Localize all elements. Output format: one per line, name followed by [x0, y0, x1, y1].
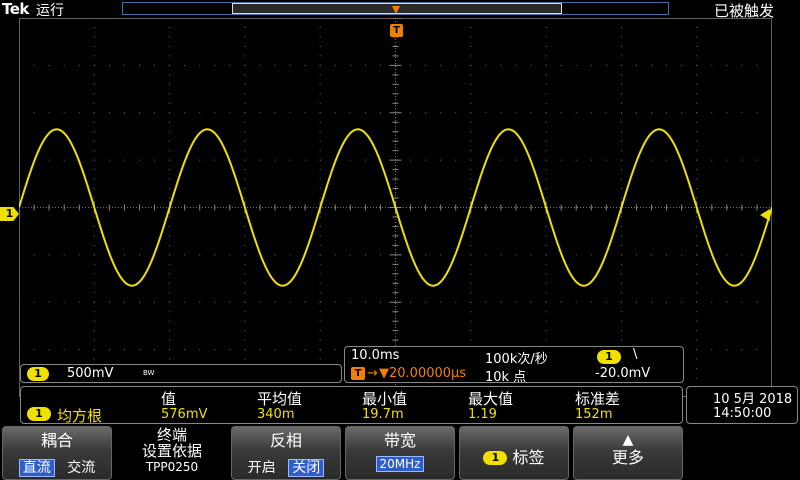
invert-title: 反相: [269, 431, 302, 450]
trigger-level: -20.0mV: [595, 366, 651, 381]
meas-header-mean: 平均值: [257, 390, 303, 408]
brand-logo: Tek: [2, 0, 29, 18]
trigger-time-marker[interactable]: T: [390, 24, 403, 37]
meas-name: 均方根: [57, 407, 103, 425]
datetime-readout[interactable]: 10 5月 2018 14:50:00: [686, 386, 798, 424]
trigger-source-badge: 1: [597, 350, 621, 364]
bandwidth-title: 带宽: [383, 431, 416, 450]
meas-header-stddev: 标准差: [575, 390, 621, 408]
ch1-scale-readout[interactable]: 1 500mV BW: [20, 364, 342, 383]
bandwidth-limit-icon: BW: [143, 369, 155, 377]
termination-menu[interactable]: 终端 设置依据 TPP0250: [116, 426, 228, 480]
meas-value: 576mV: [161, 407, 208, 422]
termination-line1: 终端: [156, 426, 187, 444]
horizontal-trigger-readout[interactable]: 10.0ms 100k次/秒 1 \ T → ▼20.00000μs 10k 点…: [344, 346, 684, 385]
more-title: 更多: [611, 448, 644, 467]
ch1-ground-marker[interactable]: 1: [0, 207, 19, 221]
label-menu-button[interactable]: 1 标签: [459, 426, 569, 480]
label-ch1-badge: 1: [483, 451, 508, 465]
meas-min: 19.7m: [362, 407, 404, 422]
acquisition-run-state[interactable]: 运行: [36, 0, 64, 20]
coupling-ac-option[interactable]: 交流: [67, 460, 95, 476]
trigger-slope-icon: \: [633, 347, 638, 362]
meas-header-value: 值: [161, 390, 177, 408]
meas-mean: 340m: [257, 407, 295, 422]
trigger-position-icon: [392, 6, 400, 14]
date-text: 10 5月 2018: [713, 392, 793, 407]
meas-stddev: 152m: [575, 407, 613, 422]
coupling-dc-option[interactable]: 直流: [18, 459, 55, 477]
meas-max: 1.19: [468, 407, 497, 422]
trigger-delay: ▼20.00000μs: [379, 366, 467, 381]
coupling-title: 耦合: [40, 431, 73, 450]
ch1-volts-per-div: 500mV: [67, 366, 114, 381]
label-title: 标签: [512, 448, 545, 467]
meas-header-max: 最大值: [468, 390, 514, 408]
invert-off-option[interactable]: 关闭: [288, 459, 325, 477]
termination-line2: 设置依据: [141, 442, 202, 460]
time-per-div: 10.0ms: [351, 348, 400, 363]
ch1-badge: 1: [27, 367, 49, 381]
waveform-graticule[interactable]: [19, 18, 772, 397]
meas-ch1-badge: 1: [27, 407, 51, 421]
more-up-arrow-icon: ▲: [622, 432, 634, 448]
more-menu-button[interactable]: ▲ 更多: [573, 426, 683, 480]
bandwidth-menu-button[interactable]: 带宽 20MHz: [345, 426, 455, 480]
record-length: 10k 点: [485, 370, 527, 385]
coupling-menu-button[interactable]: 耦合 直流 交流: [2, 426, 112, 480]
top-status-bar: Tek 运行 已被触发: [0, 0, 800, 20]
sample-rate: 100k次/秒: [485, 352, 548, 367]
bandwidth-value: 20MHz: [375, 456, 425, 472]
meas-header-min: 最小值: [362, 390, 408, 408]
arrow-right-icon: →: [367, 366, 378, 381]
probe-model: TPP0250: [145, 460, 199, 474]
ch1-waveform-trace: [19, 128, 772, 287]
time-text: 14:50:00: [713, 406, 772, 421]
invert-menu-button[interactable]: 反相 开启 关闭: [231, 426, 341, 480]
trigger-t-icon: T: [351, 367, 365, 380]
measurement-table[interactable]: 值 平均值 最小值 最大值 标准差 1 均方根 576mV 340m 19.7m…: [20, 386, 683, 425]
invert-on-option[interactable]: 开启: [248, 460, 276, 476]
